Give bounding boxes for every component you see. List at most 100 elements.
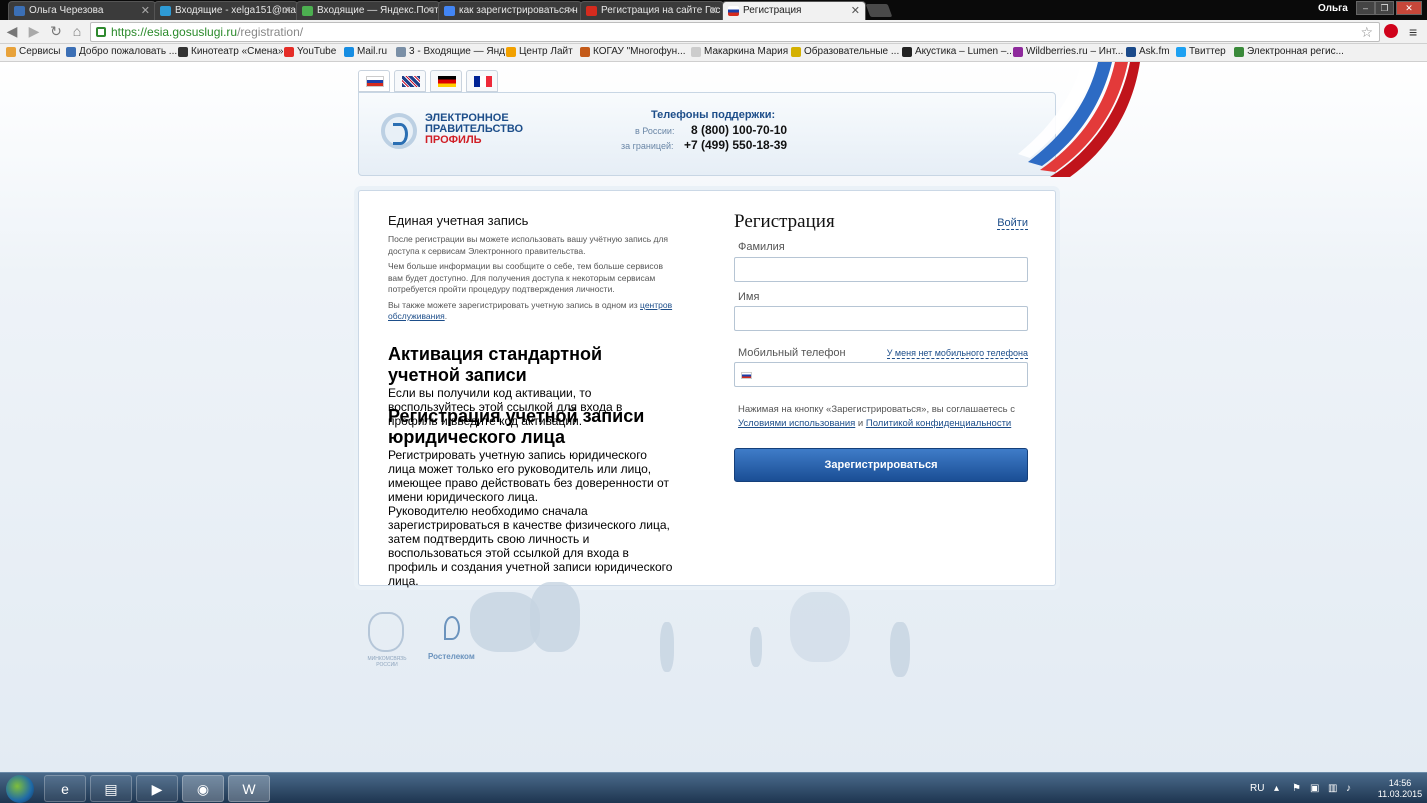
tab-label: Ольга Черезова <box>29 5 104 16</box>
tray-arrow-icon[interactable]: ▴ <box>1274 783 1279 794</box>
browser-tab-5[interactable]: Регистрация на сайте Гос ✕ <box>580 1 724 20</box>
tray-monitor-icon[interactable]: ▣ <box>1310 783 1319 794</box>
title-line: юридического лица <box>388 427 565 447</box>
close-icon[interactable]: ✕ <box>283 4 292 17</box>
bookmark-item[interactable]: Wildberries.ru – Инт... <box>1013 46 1123 57</box>
volume-icon[interactable]: ♪ <box>1346 783 1351 794</box>
language-indicator[interactable]: RU <box>1250 783 1264 794</box>
lang-ru-button[interactable] <box>358 70 390 92</box>
phone-input[interactable] <box>734 362 1028 387</box>
close-icon[interactable]: ✕ <box>567 4 576 17</box>
bookmark-label: Кинотеатр «Смена» <box>191 46 284 57</box>
egov-logo[interactable]: ЭЛЕКТРОННОЕ ПРАВИТЕЛЬСТВО ПРОФИЛЬ <box>425 113 523 146</box>
section-text: Чем больше информации вы сообщите о себе… <box>388 261 663 294</box>
clock[interactable]: 14:56 11.03.2015 <box>1376 778 1424 800</box>
bookmark-icon <box>902 47 912 57</box>
address-bar[interactable]: https://esia.gosuslugi.ru/registration/ … <box>90 22 1380 42</box>
section-title: Регистрация учетной записи юридического л… <box>388 406 673 448</box>
bookmark-item[interactable]: Добро пожаловать ... <box>66 46 177 57</box>
close-icon[interactable]: ✕ <box>709 4 718 17</box>
uk-flag-icon <box>402 76 420 87</box>
window-close-button[interactable]: ✕ <box>1396 1 1422 15</box>
tab-label: Регистрация <box>743 5 802 16</box>
lang-de-button[interactable] <box>430 70 462 92</box>
privacy-link[interactable]: Политикой конфиденциальности <box>866 418 1011 429</box>
home-icon[interactable]: ⌂ <box>69 23 85 39</box>
close-icon[interactable]: ✕ <box>141 4 150 17</box>
bookmark-label: YouTube <box>297 46 337 57</box>
info-section-legal-entity: Регистрация учетной записи юридического л… <box>388 406 673 588</box>
menu-icon[interactable]: ≡ <box>1409 24 1417 40</box>
rostelecom-icon[interactable] <box>444 616 460 640</box>
bookmark-item[interactable]: Твиттер <box>1176 46 1226 57</box>
minimize-button[interactable]: ‒ <box>1356 1 1375 15</box>
start-button[interactable] <box>6 775 34 803</box>
support-title: Телефоны поддержки: <box>651 109 776 121</box>
surname-label: Фамилия <box>738 241 785 253</box>
de-flag-icon <box>438 76 456 87</box>
section-text: Регистрировать учетную запись юридическо… <box>388 448 669 504</box>
bookmark-label: Ask.fm <box>1139 46 1170 57</box>
chrome-taskbar-icon[interactable]: ◉ <box>182 775 224 802</box>
bookmark-item[interactable]: Макаркина Мария <box>691 46 788 57</box>
bookmark-item[interactable]: Mail.ru <box>344 46 387 57</box>
bookmark-item[interactable]: Электронная регис... <box>1234 46 1344 57</box>
browser-tab-2[interactable]: Входящие - xelga151@ma ✕ <box>154 1 298 20</box>
bookmark-item[interactable]: YouTube <box>284 46 336 57</box>
tray-flag-icon[interactable]: ⚑ <box>1292 783 1301 794</box>
support-abroad-number: +7 (499) 550-18-39 <box>684 138 788 152</box>
bookmark-icon <box>178 47 188 57</box>
bookmark-item[interactable]: Образовательные ... <box>791 46 899 57</box>
browser-tab-1[interactable]: Ольга Черезова ✕ <box>8 1 156 20</box>
ru-flag-icon[interactable] <box>741 372 752 379</box>
tab-favicon-icon <box>160 6 171 16</box>
bookmark-label: Wildberries.ru – Инт... <box>1026 46 1124 57</box>
city-silhouette-decoration <box>470 582 950 692</box>
name-input[interactable] <box>734 306 1028 331</box>
text-fragment: и <box>857 418 864 429</box>
browser-tab-4[interactable]: как зарегистрироваться н ✕ <box>438 1 582 20</box>
forward-arrow-icon[interactable]: ▶ <box>26 23 42 39</box>
extension-icon[interactable] <box>1384 24 1398 38</box>
bookmark-icon <box>1013 47 1023 57</box>
close-icon[interactable]: ✕ <box>425 4 434 17</box>
bookmark-item[interactable]: Акустика – Lumen –... <box>902 46 1015 57</box>
back-arrow-icon[interactable]: ◀ <box>4 23 20 39</box>
logo-line-3: ПРОФИЛЬ <box>425 134 482 146</box>
section-title: Активация стандартной учетной записи <box>388 344 603 385</box>
registration-card: Единая учетная запись После регистрации … <box>358 190 1056 588</box>
ru-flag-icon <box>366 76 384 87</box>
explorer-taskbar-icon[interactable]: ▤ <box>90 775 132 802</box>
lang-en-button[interactable] <box>394 70 426 92</box>
bookmark-item[interactable]: Центр Лайт <box>506 46 573 57</box>
terms-link[interactable]: Условиями использования <box>738 418 855 429</box>
lock-icon <box>96 27 106 37</box>
close-icon[interactable]: ✕ <box>851 4 860 17</box>
bookmark-item[interactable]: Кинотеатр «Смена» <box>178 46 283 57</box>
browser-tab-3[interactable]: Входящие — Яндекс.Почта ✕ <box>296 1 440 20</box>
reload-icon[interactable]: ↻ <box>48 23 64 39</box>
login-link[interactable]: Войти <box>997 217 1028 230</box>
legal-entity-link[interactable]: этой ссылкой <box>485 546 559 560</box>
egov-logo-icon <box>381 113 417 149</box>
surname-input[interactable] <box>734 257 1028 282</box>
bookmark-item[interactable]: Сервисы <box>6 46 60 57</box>
bookmark-star-icon[interactable]: ☆ <box>1360 24 1373 41</box>
browser-tab-active[interactable]: Регистрация ✕ <box>722 1 866 20</box>
bookmark-item[interactable]: 3 - Входящие — Янд... <box>396 46 513 57</box>
coat-of-arms-icon[interactable] <box>368 612 404 652</box>
no-phone-link[interactable]: У меня нет мобильного телефона <box>886 348 1028 359</box>
media-taskbar-icon[interactable]: ▶ <box>136 775 178 802</box>
bookmark-item[interactable]: Ask.fm <box>1126 46 1170 57</box>
bookmark-label: Центр Лайт <box>519 46 573 57</box>
word-taskbar-icon[interactable]: W <box>228 775 270 802</box>
lang-fr-button[interactable] <box>466 70 498 92</box>
browser-toolbar: ◀ ▶ ↻ ⌂ https://esia.gosuslugi.ru/regist… <box>0 20 1427 44</box>
bookmark-label: Твиттер <box>1189 46 1226 57</box>
register-button[interactable]: Зарегистрироваться <box>734 448 1028 482</box>
bookmark-item[interactable]: КОГАУ "Многофун... <box>580 46 686 57</box>
new-tab-button[interactable] <box>865 4 893 17</box>
tray-network-icon[interactable]: ▥ <box>1328 783 1337 794</box>
restore-button[interactable]: ❐ <box>1375 1 1394 15</box>
ie-taskbar-icon[interactable]: e <box>44 775 86 802</box>
